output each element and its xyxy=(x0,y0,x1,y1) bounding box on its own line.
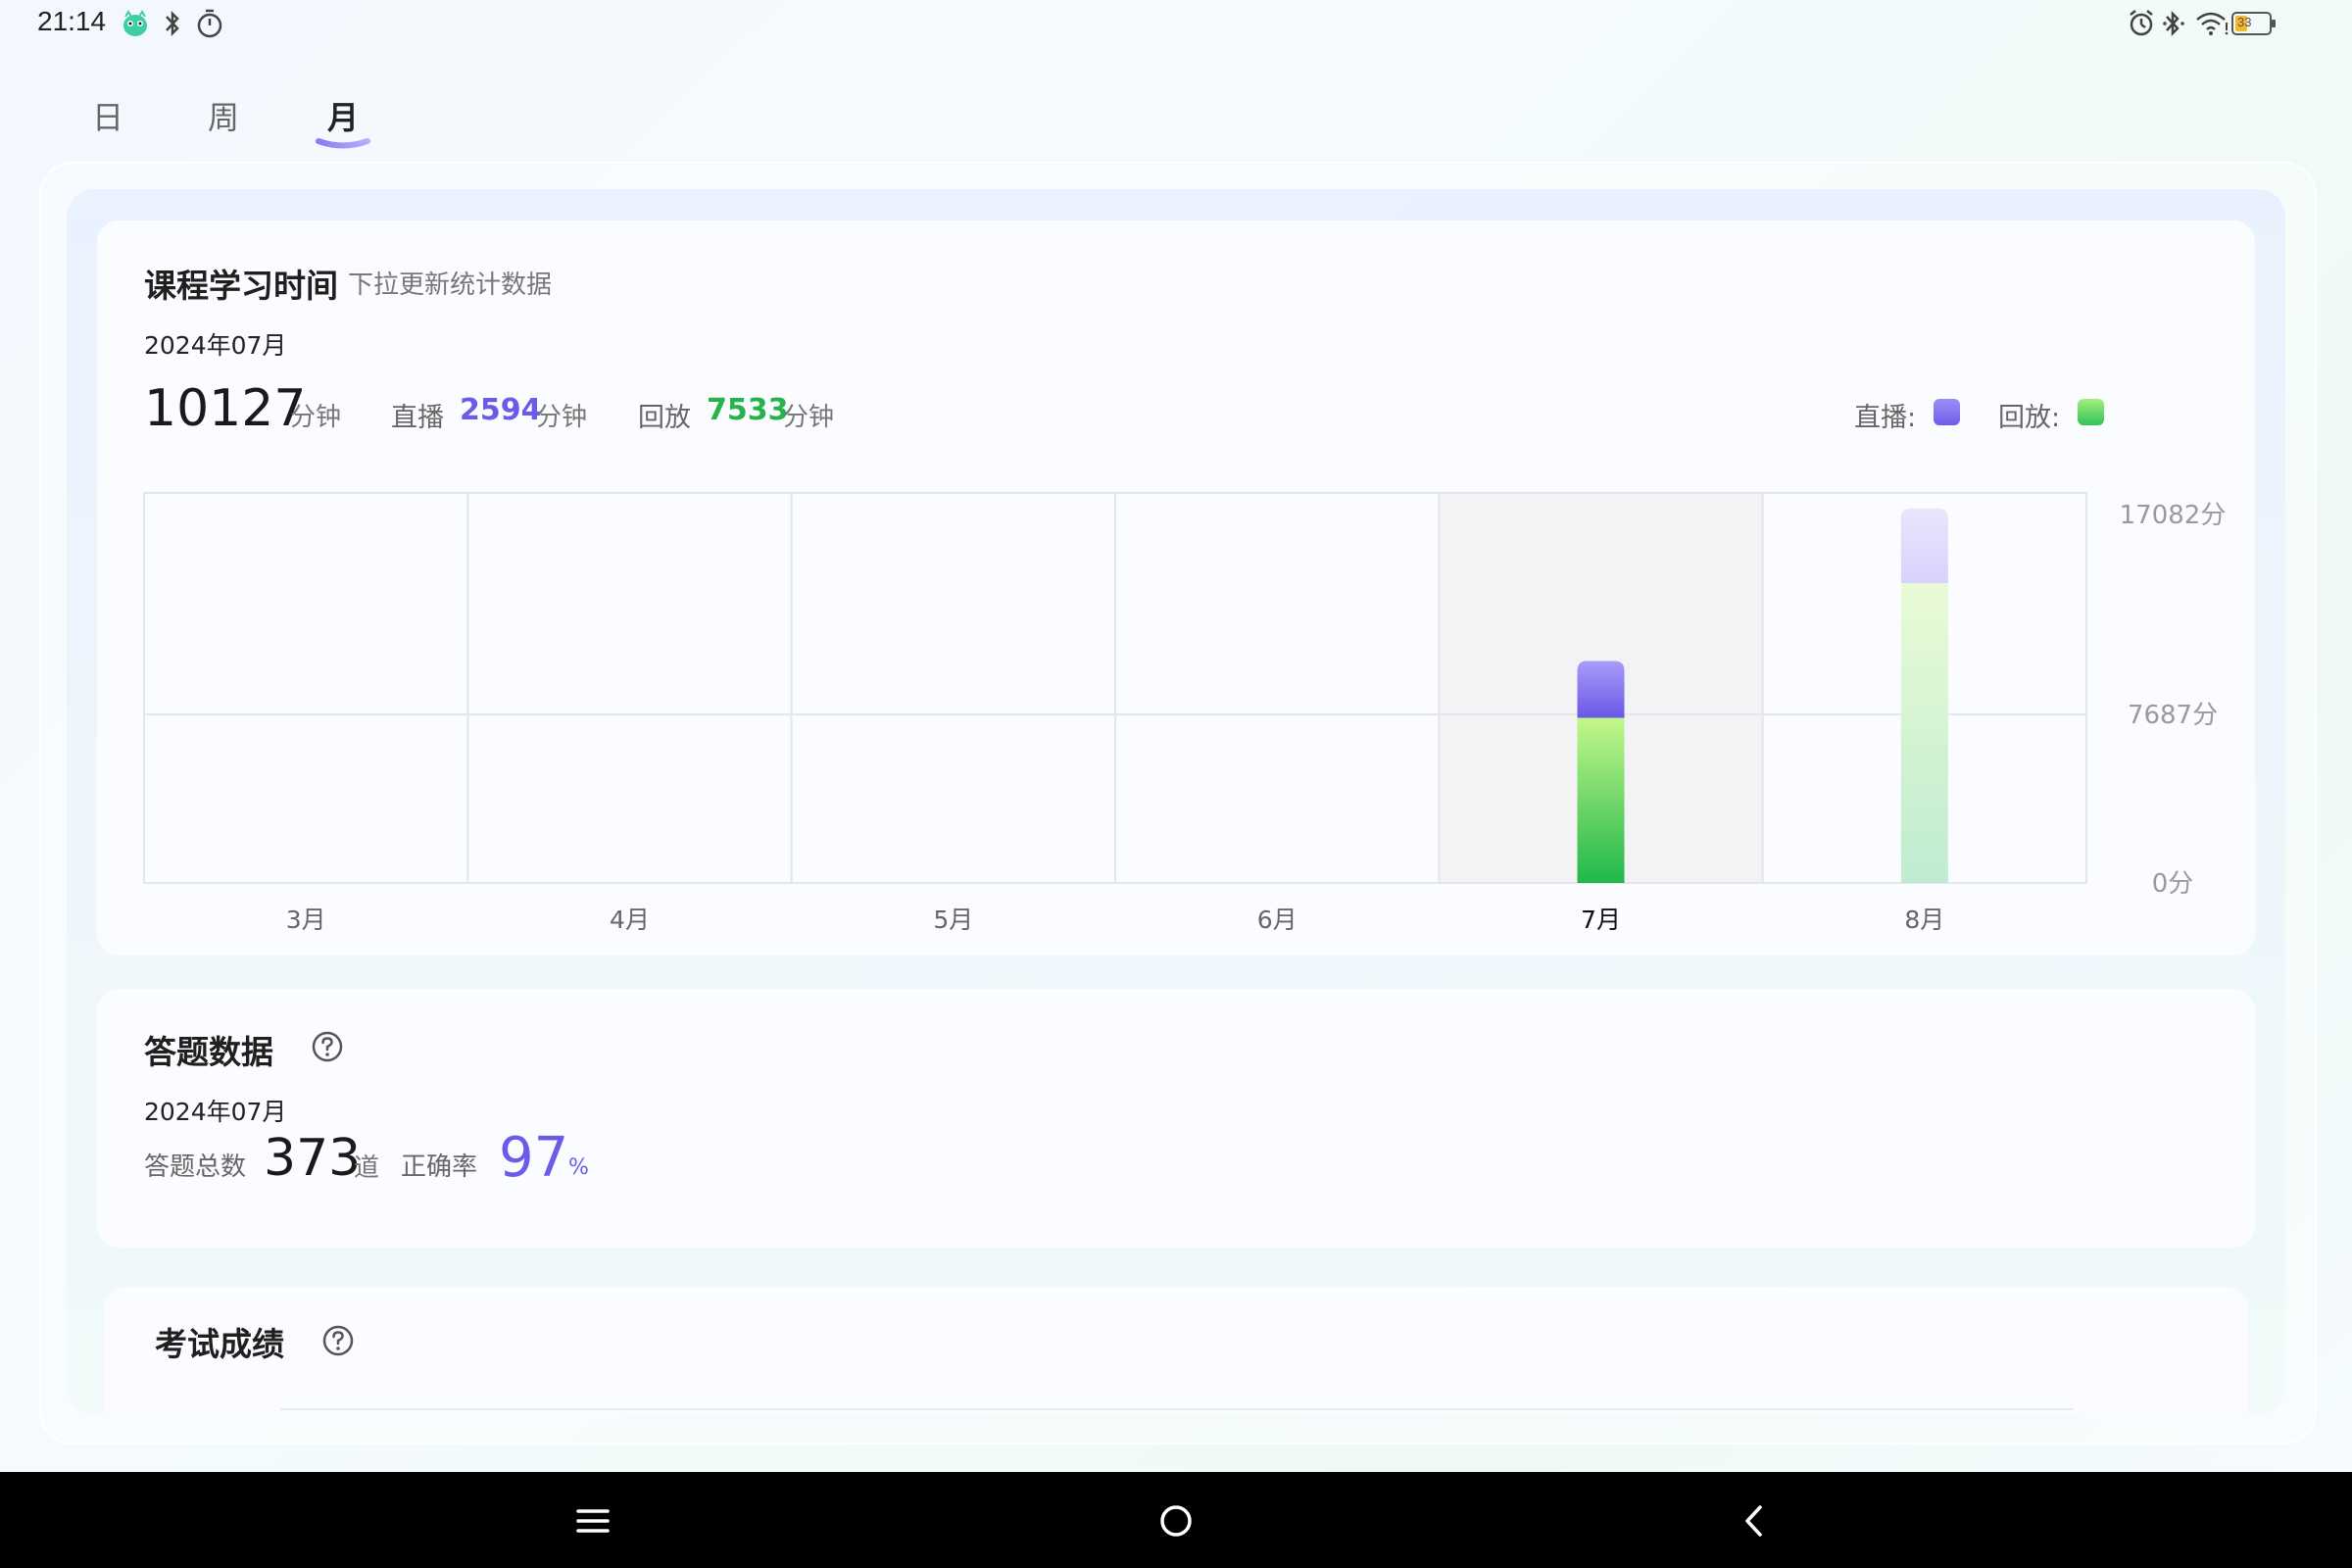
y-tick-label: 0分 xyxy=(2152,869,2194,899)
timer-icon xyxy=(197,9,222,38)
home-icon[interactable] xyxy=(1159,1504,1193,1538)
x-tick-label: 6月 xyxy=(1257,906,1298,934)
x-tick-label: 3月 xyxy=(286,906,326,934)
quiz-accuracy-value: 97 xyxy=(499,1126,569,1190)
bar-replay xyxy=(1577,717,1625,883)
exam-title: 考试成绩 xyxy=(155,1325,284,1363)
quiz-accuracy-unit: % xyxy=(568,1155,589,1180)
x-tick-label: 8月 xyxy=(1904,906,1944,934)
x-tick-label: 7月 xyxy=(1581,906,1621,934)
back-icon[interactable] xyxy=(1742,1504,1766,1538)
exam-card: 考试成绩 xyxy=(104,1287,2248,1414)
quiz-total-value: 373 xyxy=(264,1129,362,1188)
battery-level: 33 xyxy=(2237,15,2252,29)
navigation-bar xyxy=(0,1472,2352,1568)
quiz-help-icon[interactable] xyxy=(311,1030,344,1063)
x-tick-label: 4月 xyxy=(610,906,650,934)
status-time: 21:14 xyxy=(37,6,107,36)
bluetooth-icon xyxy=(166,10,179,37)
wifi-icon xyxy=(2196,12,2229,35)
exam-card-divider xyxy=(280,1408,2074,1410)
study-time-chart[interactable]: 17082分 7687分 0分 3月 4月 5月 6月 7月 8月 xyxy=(97,220,2255,956)
app-mascot-icon xyxy=(123,10,147,36)
tab-month[interactable]: 月 xyxy=(327,93,359,138)
quiz-card: 答题数据 2024年07月 答题总数 373 道 正确率 97 % xyxy=(97,989,2255,1248)
tab-active-indicator xyxy=(316,138,370,149)
bluetooth-icon xyxy=(2163,10,2184,37)
quiz-date: 2024年07月 xyxy=(144,1098,287,1126)
quiz-title: 答题数据 xyxy=(144,1033,273,1071)
quiz-total-label: 答题总数 xyxy=(144,1152,247,1182)
y-tick-label: 7687分 xyxy=(2128,701,2218,730)
tab-day[interactable]: 日 xyxy=(92,93,123,138)
x-tick-label: 5月 xyxy=(933,906,973,934)
tab-week[interactable]: 周 xyxy=(208,93,239,138)
exam-help-icon[interactable] xyxy=(321,1324,355,1357)
status-bar: 21:14 33 xyxy=(0,0,2352,49)
study-time-card: 课程学习时间 下拉更新统计数据 2024年07月 10127 分钟 直播 259… xyxy=(97,220,2255,956)
menu-icon[interactable] xyxy=(576,1507,610,1535)
stats-inner-panel[interactable]: 课程学习时间 下拉更新统计数据 2024年07月 10127 分钟 直播 259… xyxy=(67,189,2285,1414)
quiz-accuracy-label: 正确率 xyxy=(401,1152,478,1182)
bar-replay xyxy=(1900,582,1948,883)
bar-live xyxy=(1900,508,1948,583)
bar-live xyxy=(1577,661,1625,718)
y-tick-label: 17082分 xyxy=(2120,501,2227,530)
quiz-total-unit: 道 xyxy=(354,1153,380,1183)
alarm-icon xyxy=(2130,10,2153,36)
